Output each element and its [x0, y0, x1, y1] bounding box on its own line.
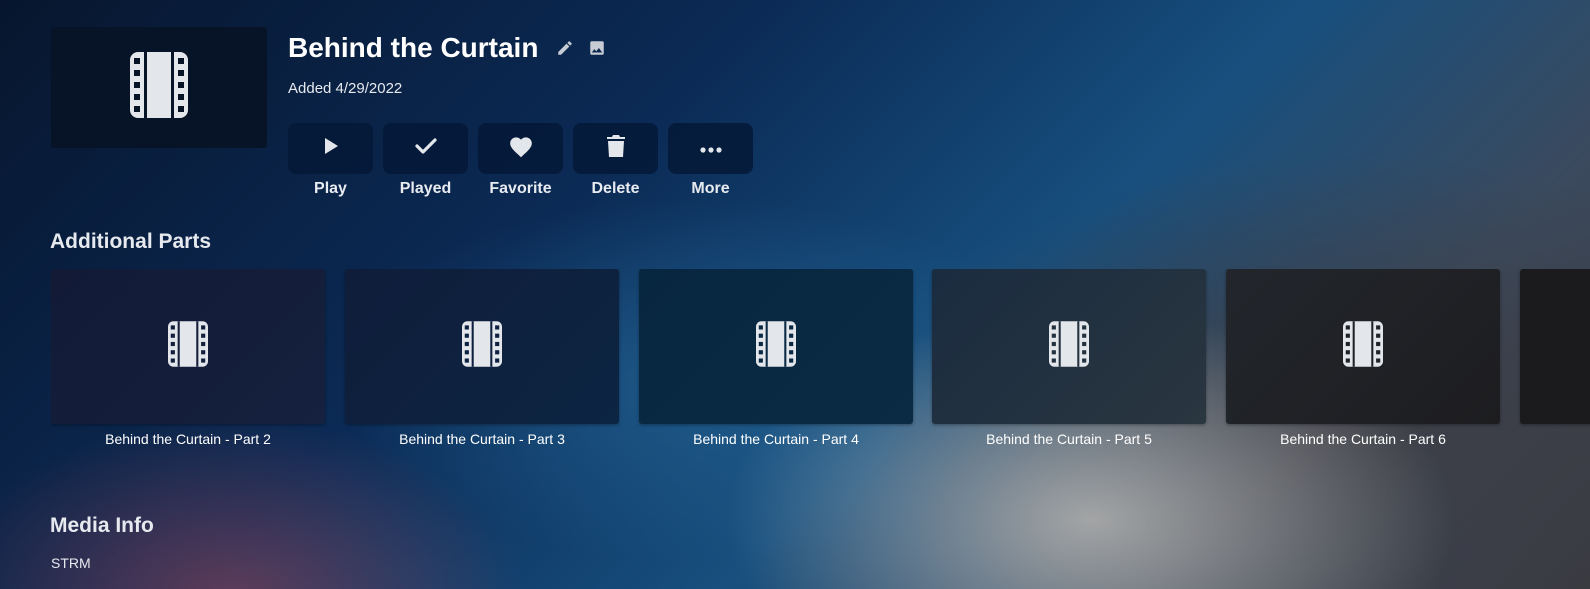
additional-parts-heading: Additional Parts — [50, 230, 212, 253]
part-thumbnail[interactable] — [51, 269, 325, 424]
check-icon — [414, 136, 438, 161]
more-button-surface[interactable] — [668, 123, 753, 174]
film-icon — [1343, 321, 1383, 372]
part-card[interactable]: Behind the Curtain - Part 5 — [932, 269, 1206, 447]
delete-button[interactable]: Delete — [573, 123, 658, 198]
played-button-surface[interactable] — [383, 123, 468, 174]
favorite-label: Favorite — [489, 180, 552, 197]
part-title[interactable]: Behind the Curtain - Part 6 — [1226, 431, 1500, 447]
media-container-format: STRM — [51, 555, 91, 571]
film-icon — [168, 321, 208, 372]
play-label: Play — [314, 180, 347, 197]
film-icon — [462, 321, 502, 372]
more-horizontal-icon — [699, 140, 722, 158]
more-label: More — [691, 180, 730, 197]
media-info-heading: Media Info — [50, 514, 154, 537]
film-icon — [1049, 321, 1089, 372]
film-icon — [130, 52, 188, 123]
part-card[interactable]: Behind the Curtain - Part 2 — [51, 269, 325, 447]
part-thumbnail[interactable] — [345, 269, 619, 424]
part-card[interactable]: Behind the Curtain - Part 6 — [1226, 269, 1500, 447]
play-button[interactable]: Play — [288, 123, 373, 198]
part-title[interactable]: Behind the Curtain - Part 4 — [639, 431, 913, 447]
date-added: Added 4/29/2022 — [288, 80, 403, 97]
played-button[interactable]: Played — [383, 123, 468, 198]
part-title[interactable]: Behind the Curtain - Part 5 — [932, 431, 1206, 447]
part-card-partial[interactable] — [1520, 269, 1590, 424]
title-row: Behind the Curtain — [288, 32, 606, 64]
favorite-button[interactable]: Favorite — [478, 123, 563, 198]
part-thumbnail[interactable] — [1520, 269, 1590, 424]
favorite-button-surface[interactable] — [478, 123, 563, 174]
delete-label: Delete — [591, 180, 640, 197]
part-title[interactable]: Behind the Curtain - Part 3 — [345, 431, 619, 447]
play-button-surface[interactable] — [288, 123, 373, 174]
part-thumbnail[interactable] — [1226, 269, 1500, 424]
play-icon — [323, 137, 339, 160]
part-title[interactable]: Behind the Curtain - Part 2 — [51, 431, 325, 447]
more-button[interactable]: More — [668, 123, 753, 198]
heart-icon — [508, 134, 534, 163]
image-icon[interactable] — [588, 39, 606, 57]
film-icon — [756, 321, 796, 372]
edit-icon[interactable] — [556, 39, 574, 57]
played-label: Played — [399, 180, 452, 197]
page-title: Behind the Curtain — [288, 32, 539, 63]
trash-icon — [606, 135, 625, 162]
part-thumbnail[interactable] — [932, 269, 1206, 424]
part-card[interactable]: Behind the Curtain - Part 4 — [639, 269, 913, 447]
poster-image — [51, 27, 267, 148]
delete-button-surface[interactable] — [573, 123, 658, 174]
additional-parts-list: Behind the Curtain - Part 2 Behind the C… — [51, 269, 1590, 459]
part-thumbnail[interactable] — [639, 269, 913, 424]
part-card[interactable]: Behind the Curtain - Part 3 — [345, 269, 619, 447]
action-bar: Play Played Favorite Delete More — [288, 123, 763, 198]
